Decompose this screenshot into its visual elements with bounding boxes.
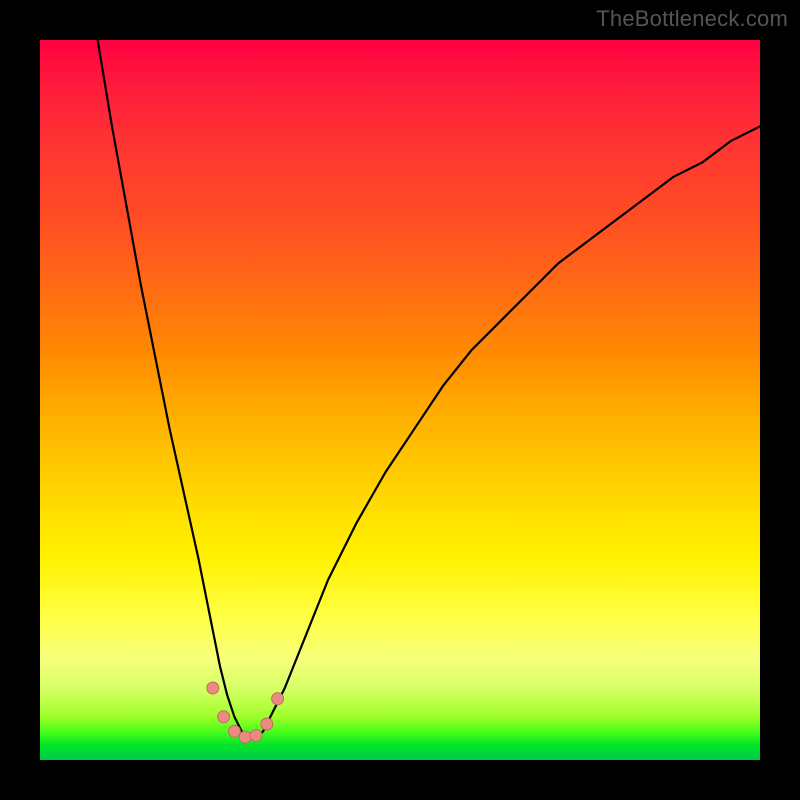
- trough-marker: [239, 731, 251, 743]
- trough-marker: [261, 718, 273, 730]
- trough-marker: [218, 711, 230, 723]
- trough-marker: [228, 725, 240, 737]
- trough-marker: [207, 682, 219, 694]
- watermark-text: TheBottleneck.com: [596, 6, 788, 32]
- chart-container: TheBottleneck.com: [0, 0, 800, 800]
- curve-layer: [40, 40, 760, 760]
- trough-marker: [272, 693, 284, 705]
- trough-marker: [250, 730, 262, 742]
- curve-svg: [40, 40, 760, 760]
- plot-area: [40, 40, 760, 760]
- bottleneck-curve: [98, 40, 760, 738]
